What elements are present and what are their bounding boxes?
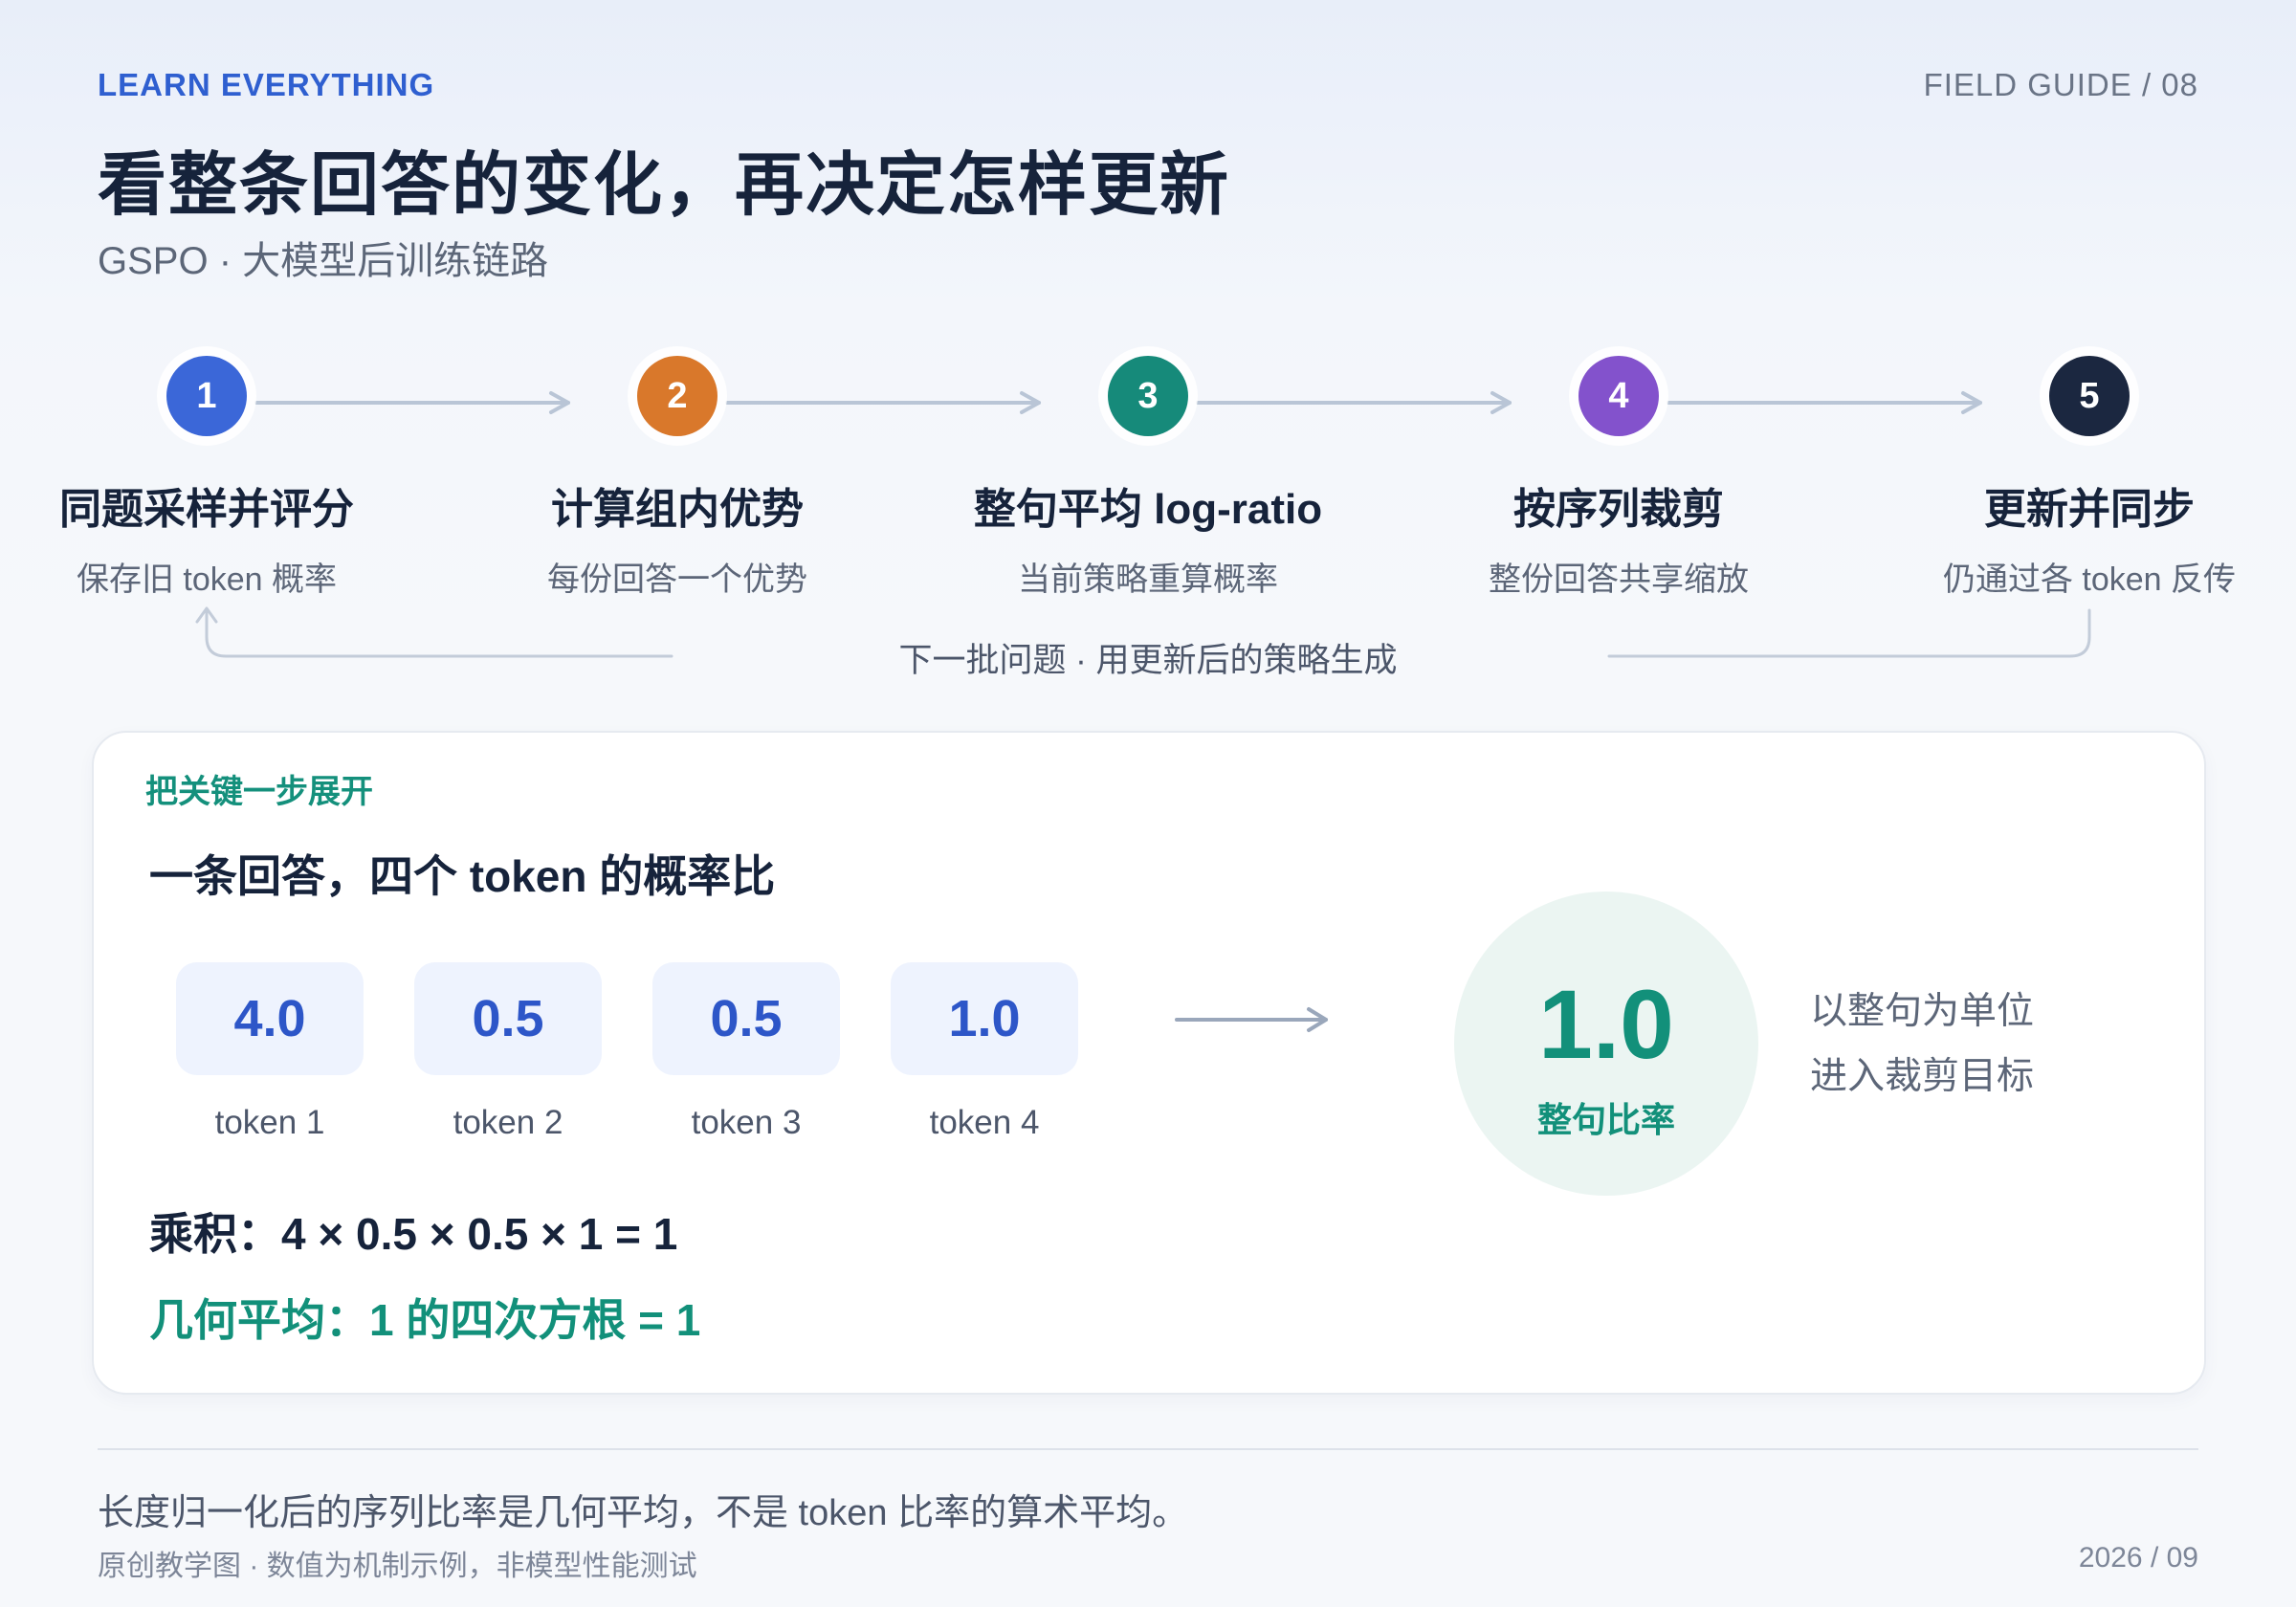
step-subtitle: 每份回答一个优势 — [547, 561, 807, 598]
step-number-badge: 2 — [637, 356, 718, 436]
side-note: 以整句为单位 进入裁剪目标 — [1810, 980, 2034, 1110]
step-number-badge: 1 — [166, 356, 247, 436]
kicker-label: LEARN EVERYTHING — [98, 67, 435, 102]
token-label-4: token 4 — [929, 1104, 1040, 1141]
step-title: 计算组内优势 — [551, 486, 804, 533]
loop-label: 下一批问题 · 用更新后的策略生成 — [898, 642, 1398, 679]
card-title: 一条回答，四个 token 的概率比 — [149, 851, 776, 901]
footer-divider — [98, 1448, 2198, 1450]
step-number-badge: 5 — [2049, 356, 2130, 436]
token-ratio-box-1: 4.0 — [176, 962, 364, 1075]
footnote: 长度归一化后的序列比率是几何平均，不是 token 比率的算术平均。 — [98, 1493, 1189, 1533]
token-label-2: token 2 — [453, 1104, 563, 1141]
step-title: 同题采样并评分 — [59, 486, 354, 533]
step-title: 整句平均 log-ratio — [973, 486, 1323, 533]
arrow-right-icon — [1175, 1007, 1328, 1032]
token-ratio-box-2: 0.5 — [414, 962, 602, 1075]
side-note-line-2: 进入裁剪目标 — [1810, 1056, 2035, 1097]
step-subtitle: 保存旧 token 概率 — [76, 561, 338, 598]
page-title: 看整条回答的变化，再决定怎样更新 — [98, 147, 1231, 224]
step-subtitle: 当前策略重算概率 — [1018, 561, 1278, 598]
card-kicker: 把关键一步展开 — [145, 774, 373, 810]
token-label-3: token 3 — [691, 1104, 802, 1141]
token-ratio-box-4: 1.0 — [891, 962, 1078, 1075]
step-subtitle: 整份回答共享缩放 — [1489, 561, 1749, 598]
date-label: 2026 / 09 — [2078, 1542, 2198, 1574]
step-number-badge: 3 — [1108, 356, 1188, 436]
pipeline-step-2: 2 计算组内优势 每份回答一个优势 — [496, 356, 859, 600]
geometric-mean-formula: 几何平均：1 的四次方根 = 1 — [149, 1295, 701, 1345]
pipeline-step-5: 5 更新并同步 仍通过各 token 反传 — [1908, 356, 2271, 600]
page-tag: FIELD GUIDE / 08 — [1923, 67, 2198, 102]
page-subtitle: GSPO · 大模型后训练链路 — [98, 240, 549, 282]
step-subtitle: 仍通过各 token 反传 — [1942, 561, 2237, 598]
step-title: 更新并同步 — [1984, 486, 2195, 533]
pipeline-step-3: 3 整句平均 log-ratio 当前策略重算概率 — [966, 356, 1330, 600]
product-formula: 乘积：4 × 0.5 × 0.5 × 1 = 1 — [149, 1209, 678, 1259]
step-number-badge: 4 — [1578, 356, 1659, 436]
pipeline-step-1: 1 同题采样并评分 保存旧 token 概率 — [25, 356, 388, 600]
result-label: 整句比率 — [1536, 1100, 1675, 1139]
result-value: 1.0 — [1538, 970, 1674, 1079]
step-title: 按序列裁剪 — [1513, 486, 1724, 533]
sequence-ratio-result: 1.0 整句比率 — [1454, 892, 1758, 1196]
token-ratio-box-3: 0.5 — [652, 962, 840, 1075]
pipeline-step-4: 4 按序列裁剪 整份回答共享缩放 — [1437, 356, 1800, 600]
side-note-line-1: 以整句为单位 — [1810, 991, 2035, 1032]
token-label-1: token 1 — [214, 1104, 325, 1141]
credit-line: 原创教学图 · 数值为机制示例，非模型性能测试 — [98, 1551, 697, 1582]
